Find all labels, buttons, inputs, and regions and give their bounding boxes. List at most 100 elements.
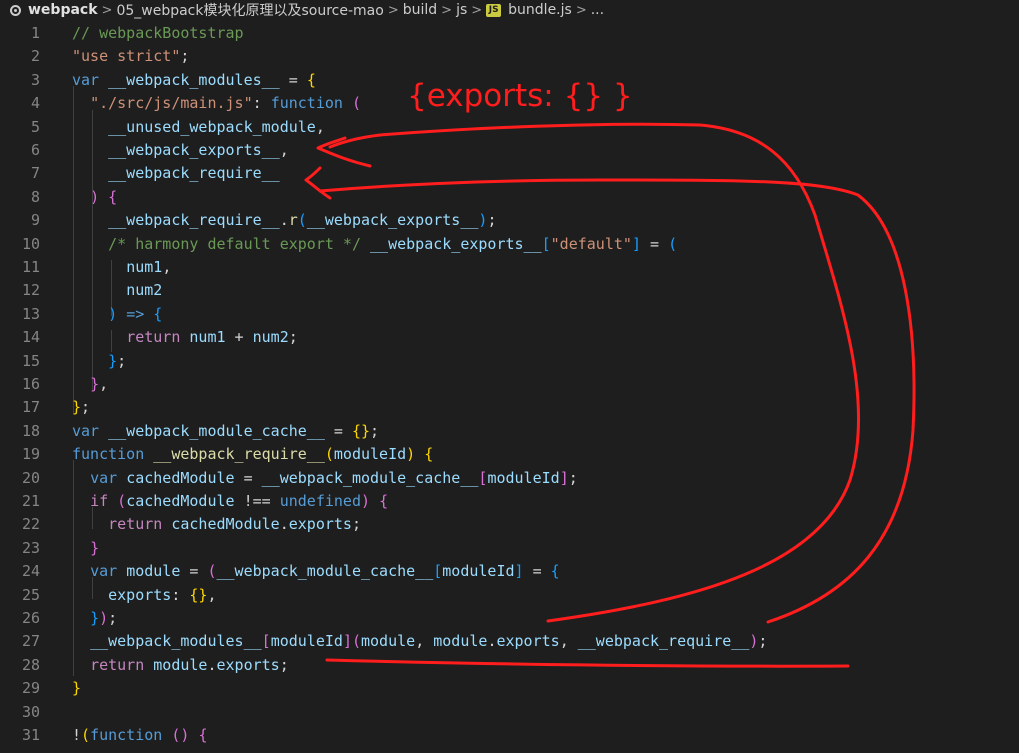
- code-token: exports: [108, 585, 172, 604]
- code-token: }: [90, 375, 100, 393]
- code-line[interactable]: 17};: [0, 396, 1019, 419]
- code-token: ,: [559, 632, 578, 651]
- code-token: !==: [234, 492, 280, 510]
- chevron-right-icon: >: [441, 2, 453, 18]
- code-text: var __webpack_module_cache__ = {};: [72, 420, 379, 443]
- code-text: __unused_webpack_module,: [72, 116, 325, 139]
- breadcrumb-item-js[interactable]: js: [456, 2, 467, 18]
- code-line[interactable]: 11 num1,: [0, 256, 1019, 279]
- code-line[interactable]: 5 __unused_webpack_module,: [0, 116, 1019, 139]
- code-line[interactable]: 14 return num1 + num2;: [0, 326, 1019, 349]
- code-line[interactable]: 22 return cachedModule.exports;: [0, 513, 1019, 536]
- code-line[interactable]: 24 var module = (__webpack_module_cache_…: [0, 560, 1019, 583]
- code-line[interactable]: 9 __webpack_require__.r(__webpack_export…: [0, 209, 1019, 232]
- code-text: function __webpack_require__(moduleId) {: [72, 443, 433, 466]
- code-token: __webpack_module_cache__: [108, 421, 325, 440]
- code-token: (: [351, 94, 361, 113]
- code-text: ) => {: [72, 303, 162, 326]
- code-line[interactable]: 31 !(function () {: [0, 724, 1019, 747]
- code-line[interactable]: 15 };: [0, 350, 1019, 373]
- code-editor[interactable]: 1 // webpackBootstrap 2 "use strict"; 3 var _…: [0, 20, 1019, 753]
- line-number: 22: [21, 515, 40, 534]
- code-token: ;: [487, 211, 497, 230]
- code-line[interactable]: 6 __webpack_exports__,: [0, 139, 1019, 162]
- code-text: "./src/js/main.js": function (: [72, 92, 361, 115]
- code-line[interactable]: 19 function __webpack_require__(moduleId)…: [0, 443, 1019, 466]
- code-line[interactable]: 25 exports: {},: [0, 584, 1019, 607]
- code-token: __webpack_exports__: [306, 211, 479, 230]
- line-number: 26: [21, 609, 40, 627]
- folder-root-icon: [10, 4, 21, 16]
- line-number: 28: [21, 655, 40, 674]
- code-token: "./src/js/main.js": [90, 94, 253, 113]
- code-line[interactable]: 30: [0, 701, 1019, 724]
- code-line[interactable]: 20 var cachedModule = __webpack_module_c…: [0, 467, 1019, 490]
- code-token: =: [279, 70, 307, 89]
- code-token: num1: [189, 328, 226, 347]
- code-text: };: [72, 396, 90, 419]
- code-token: cachedModule: [126, 492, 235, 510]
- code-line[interactable]: 16 },: [0, 373, 1019, 396]
- code-text: var module = (__webpack_module_cache__[m…: [72, 560, 560, 583]
- breadcrumb: webpack > 05_webpack模块化原理以及source-mao > …: [0, 0, 1019, 20]
- code-token: return: [126, 328, 181, 347]
- code-line[interactable]: 13 ) => {: [0, 303, 1019, 326]
- breadcrumb-item-file[interactable]: bundle.js: [508, 2, 572, 18]
- code-line[interactable]: 10 /* harmony default export */ __webpac…: [0, 233, 1019, 256]
- line-number: 19: [21, 445, 40, 464]
- code-line[interactable]: 12 num2: [0, 279, 1019, 302]
- breadcrumb-item-folder[interactable]: 05_webpack模块化原理以及source-mao: [116, 0, 383, 20]
- code-line[interactable]: 29}: [0, 677, 1019, 700]
- code-token: [: [541, 234, 551, 253]
- code-line[interactable]: 26 });: [0, 607, 1019, 630]
- code-token: =: [640, 234, 669, 253]
- code-text: __webpack_require__.r(__webpack_exports_…: [72, 209, 496, 232]
- code-line[interactable]: 1 // webpackBootstrap: [0, 22, 1019, 45]
- code-line[interactable]: 27 __webpack_modules__[moduleId](module,…: [0, 630, 1019, 653]
- code-token: ;: [117, 351, 127, 370]
- code-line[interactable]: 23 }: [0, 537, 1019, 560]
- code-token: if: [90, 492, 109, 510]
- code-token: __webpack_require__: [108, 164, 280, 183]
- code-token: .: [207, 655, 217, 674]
- line-number: 3: [30, 70, 40, 89]
- code-line[interactable]: 2 "use strict";: [0, 45, 1019, 68]
- code-token: /* harmony default export */: [108, 234, 361, 253]
- code-token: ,: [207, 585, 217, 604]
- line-number: 4: [30, 94, 40, 113]
- breadcrumb-item-build[interactable]: build: [403, 2, 437, 18]
- code-text: }: [72, 677, 81, 700]
- code-line[interactable]: 18 var __webpack_module_cache__ = {};: [0, 420, 1019, 443]
- code-token: __webpack_module_cache__: [261, 468, 479, 487]
- code-token: {: [153, 304, 163, 323]
- code-token: module: [433, 632, 488, 651]
- code-text: },: [72, 373, 108, 396]
- line-number: 16: [21, 375, 40, 393]
- code-token: ,: [99, 375, 109, 393]
- code-text: __webpack_modules__[moduleId](module, mo…: [72, 630, 767, 653]
- code-token: ]: [514, 562, 524, 581]
- code-text: });: [72, 607, 117, 630]
- code-text: };: [72, 350, 126, 373]
- code-line[interactable]: 7 __webpack_require__: [0, 162, 1019, 185]
- breadcrumb-item-webpack[interactable]: webpack: [28, 2, 98, 18]
- code-token: !: [72, 726, 82, 744]
- breadcrumb-item-more[interactable]: ...: [591, 2, 604, 18]
- code-token: cachedModule: [126, 468, 235, 487]
- code-token: (: [207, 562, 217, 581]
- code-line[interactable]: 8 ) {: [0, 186, 1019, 209]
- code-line[interactable]: 21 if (cachedModule !== undefined) {: [0, 490, 1019, 513]
- code-text: /* harmony default export */ __webpack_e…: [72, 233, 677, 256]
- code-line[interactable]: 28 return module.exports;: [0, 654, 1019, 677]
- code-token: {}: [189, 585, 208, 604]
